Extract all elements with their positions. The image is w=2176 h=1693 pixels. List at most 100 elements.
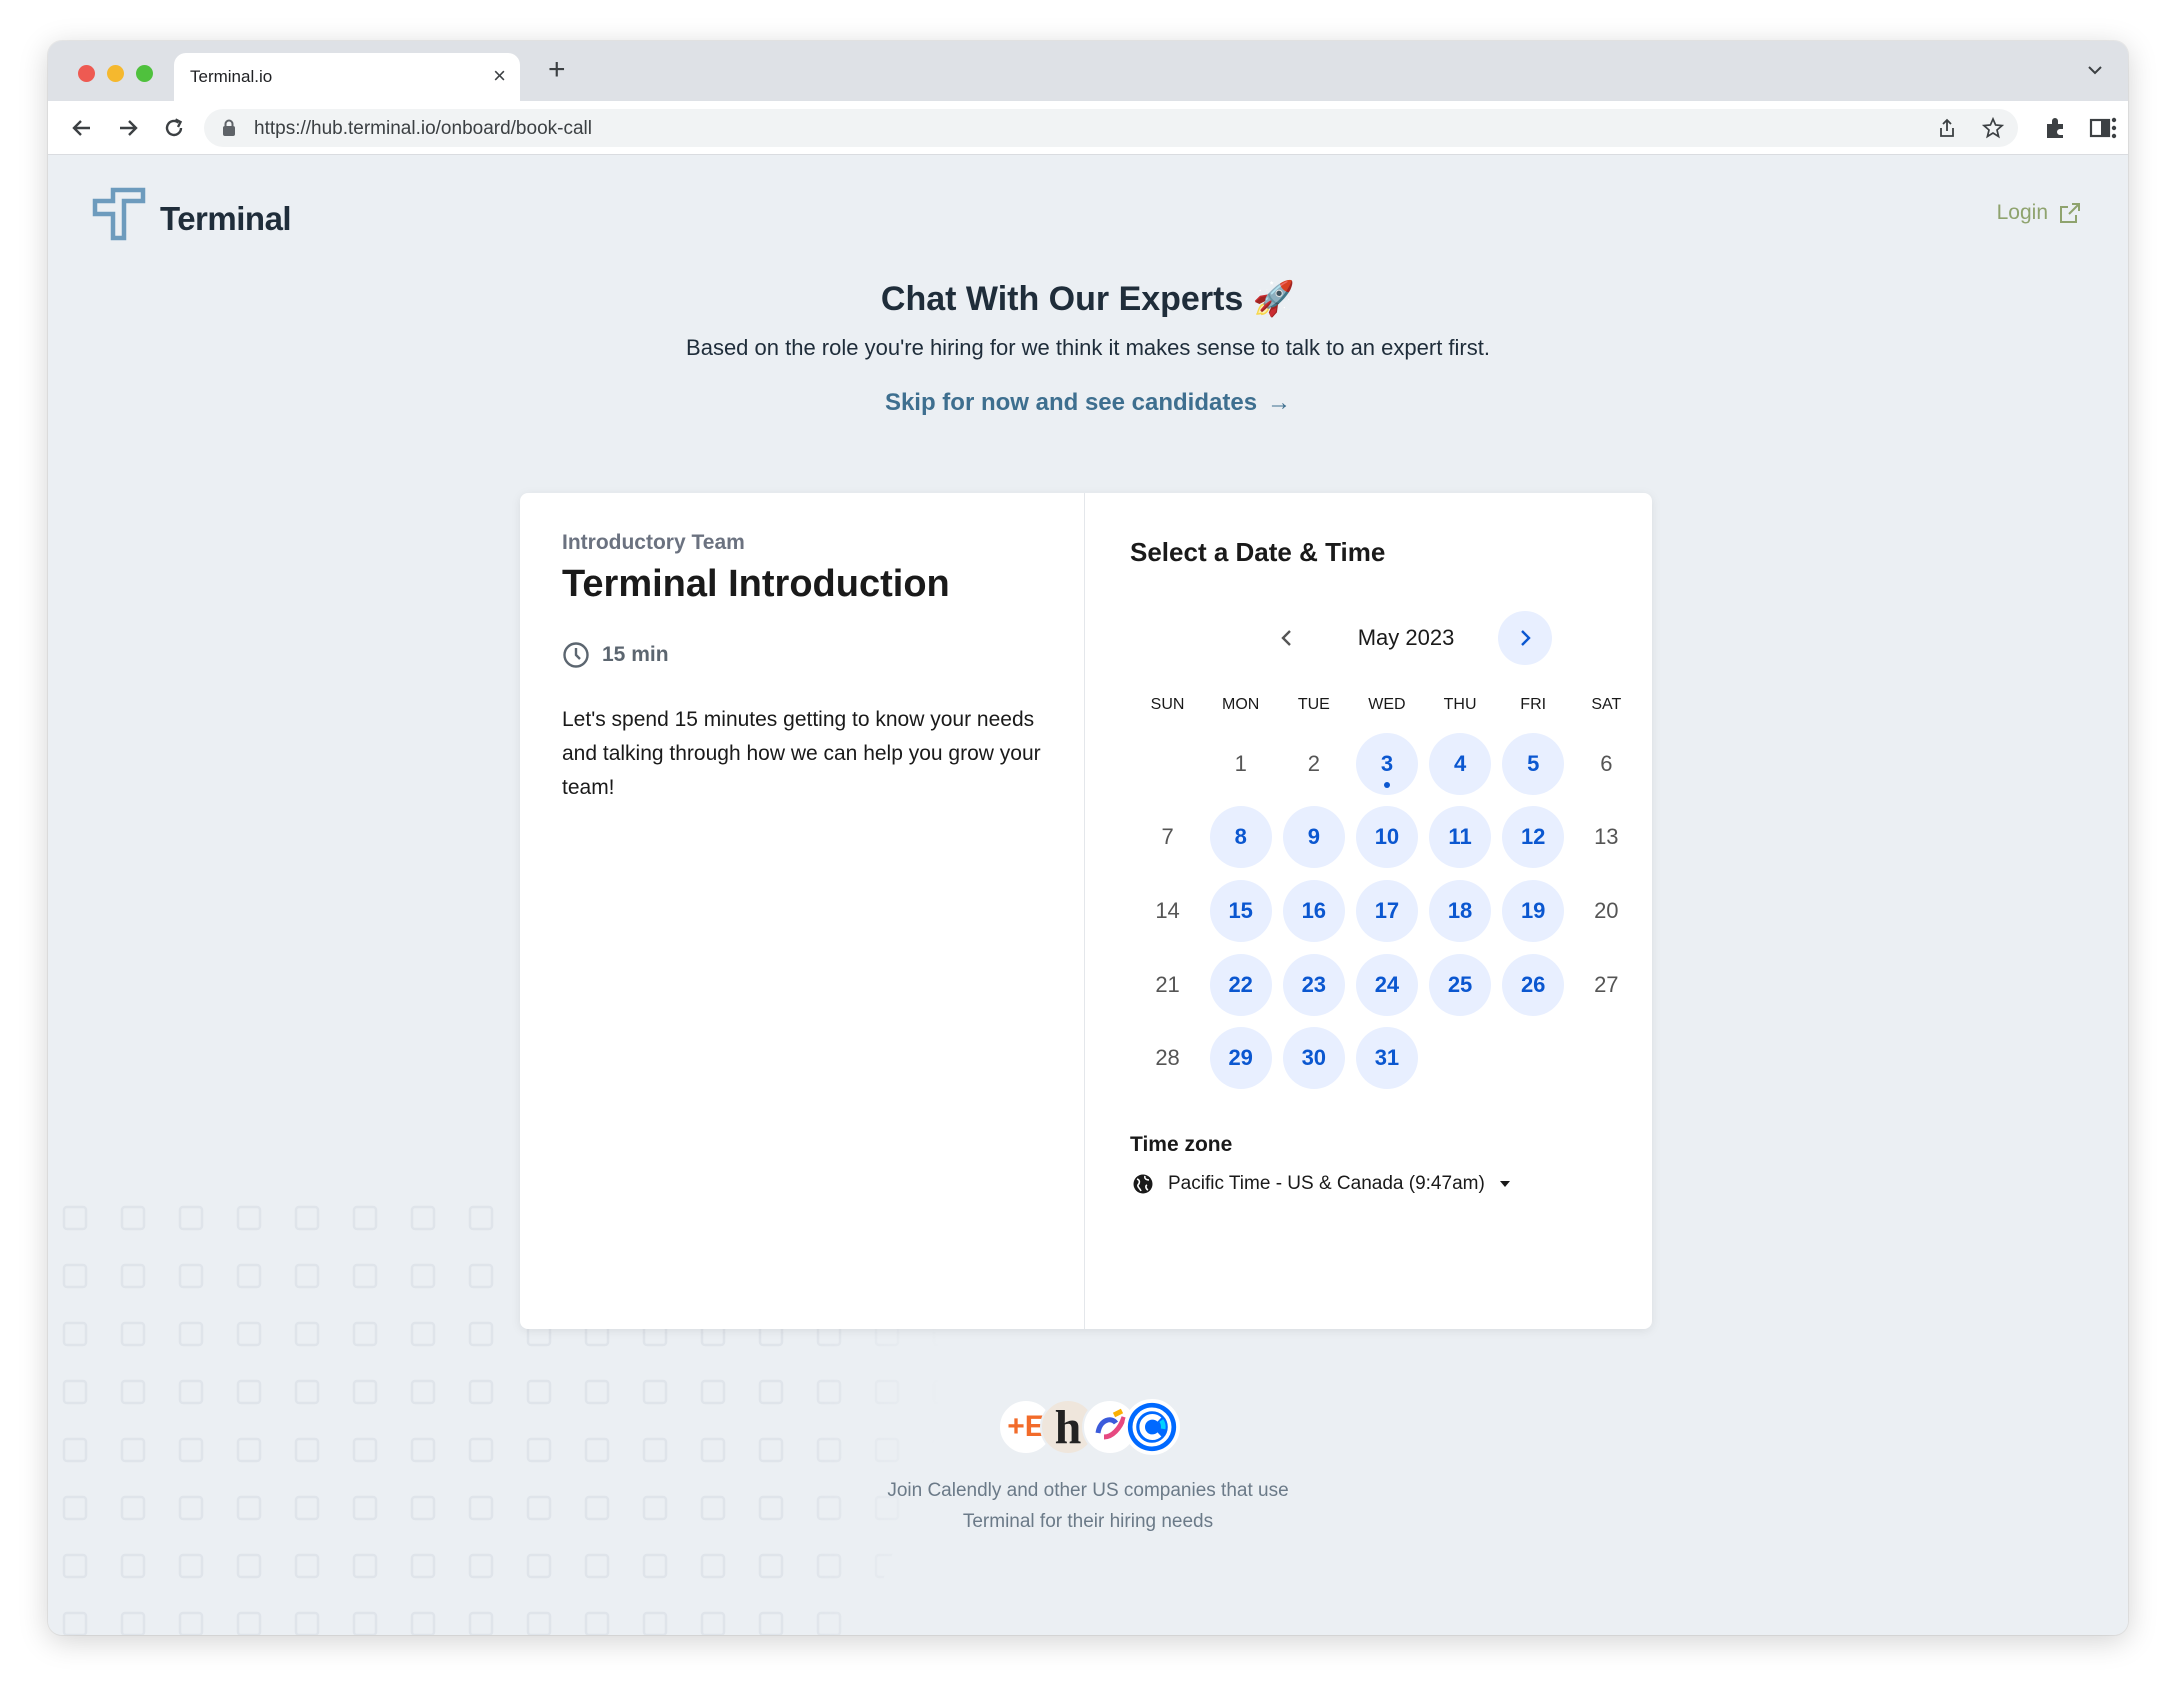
day-number: 19 [1502,879,1565,942]
day-number: 29 [1209,1027,1272,1090]
unavailable-day: 27 [1570,948,1643,1022]
arrow-right-icon: → [1267,389,1292,416]
unavailable-day: 1 [1204,727,1277,801]
empty-day-cell [1131,727,1204,801]
browser-window: Terminal.io × + https://hub.terminal.io/… [48,41,2128,1635]
unavailable-day: 20 [1570,874,1643,948]
available-day[interactable]: 5 [1497,727,1570,801]
skip-link[interactable]: Skip for now and see candidates → [48,389,2128,417]
day-number: 18 [1429,879,1492,942]
unavailable-day: 13 [1570,801,1643,875]
browser-tab[interactable]: Terminal.io × [174,53,520,101]
available-day[interactable]: 25 [1424,948,1497,1022]
day-number: 26 [1502,953,1565,1016]
extensions-icon[interactable] [2042,114,2070,142]
weekday-label: THU [1443,696,1477,713]
available-day[interactable]: 18 [1424,874,1497,948]
tab-title: Terminal.io [190,67,273,86]
new-tab-button[interactable]: + [548,55,566,85]
unavailable-day: 21 [1131,948,1204,1022]
back-icon[interactable] [68,114,96,142]
previous-month-button[interactable] [1260,611,1314,665]
day-number: 20 [1594,897,1619,923]
timezone-value: Pacific Time - US & Canada (9:47am) [1168,1173,1485,1194]
available-day[interactable]: 16 [1277,874,1350,948]
available-day[interactable]: 4 [1424,727,1497,801]
duration-label: 15 min [602,643,669,666]
day-number: 6 [1600,750,1613,776]
day-number: 4 [1429,732,1492,795]
unavailable-day: 2 [1277,727,1350,801]
available-day[interactable]: 11 [1424,801,1497,875]
share-icon[interactable] [1936,117,1958,139]
month-navigation: May 2023 [1260,611,1552,665]
clock-icon [563,642,589,668]
bookmark-star-icon[interactable] [1982,117,2004,139]
weekday-label: MON [1222,696,1260,713]
footer-line-2: Terminal for their hiring needs [962,1511,1214,1532]
chevron-down-icon[interactable] [2084,59,2106,81]
day-number: 23 [1282,953,1345,1016]
footer-text: Join Calendly and other US companies tha… [48,1475,2128,1537]
more-menu-icon[interactable] [2100,114,2128,142]
available-day[interactable]: 15 [1204,874,1277,948]
next-month-button[interactable] [1498,611,1552,665]
external-link-icon [2060,203,2080,223]
page-content: Terminal Login Chat With Our Experts 🚀 B… [48,155,2128,1635]
globe-icon [1133,1174,1153,1194]
brand-name: Terminal [160,200,292,237]
minimize-window-button[interactable] [107,65,124,82]
unavailable-day: 14 [1131,874,1204,948]
available-day[interactable]: 12 [1497,801,1570,875]
event-duration: 15 min [562,641,669,669]
reload-icon[interactable] [160,114,188,142]
day-number: 16 [1282,879,1345,942]
company-logos: +E h [998,1399,1184,1455]
day-number: 22 [1209,953,1272,1016]
unavailable-day: 6 [1570,727,1643,801]
weekday-label: SAT [1591,696,1622,713]
address-bar[interactable]: https://hub.terminal.io/onboard/book-cal… [204,109,2018,147]
available-day[interactable]: 9 [1277,801,1350,875]
day-number: 31 [1355,1027,1418,1090]
available-day[interactable]: 22 [1204,948,1277,1022]
available-day[interactable]: 3 [1350,727,1423,801]
day-number: 8 [1209,806,1272,869]
close-tab-icon[interactable]: × [493,63,506,89]
event-title: Terminal Introduction [562,563,950,605]
day-number: 27 [1594,971,1619,997]
card-divider [1084,493,1085,1329]
today-indicator [1383,781,1390,788]
browser-toolbar: https://hub.terminal.io/onboard/book-cal… [48,101,2128,155]
available-day[interactable]: 24 [1350,948,1423,1022]
available-day[interactable]: 19 [1497,874,1570,948]
month-label: May 2023 [1357,625,1455,650]
unavailable-day: 7 [1131,801,1204,875]
day-number: 28 [1155,1045,1180,1071]
available-day[interactable]: 8 [1204,801,1277,875]
available-day[interactable]: 30 [1277,1021,1350,1095]
available-day[interactable]: 10 [1350,801,1423,875]
day-number: 21 [1155,971,1180,997]
available-day[interactable]: 31 [1350,1021,1423,1095]
available-day[interactable]: 29 [1204,1021,1277,1095]
day-number: 12 [1502,806,1565,869]
maximize-window-button[interactable] [136,65,153,82]
calendar-grid: 1 2 3 4 5 6 7 8 9 10 11 12 13 14 15 16 17 18 19 20 21 22 23 24 2… [1131,727,1643,1095]
weekday-header: SUN MON TUE WED THU FRI SAT [1131,696,1643,714]
timezone-select[interactable]: Pacific Time - US & Canada (9:47am) [1132,1173,1511,1195]
lock-icon [223,119,235,136]
available-day[interactable]: 26 [1497,948,1570,1022]
day-number: 11 [1429,806,1492,869]
day-number: 1 [1234,750,1247,776]
caret-down-icon [1499,1181,1510,1187]
close-window-button[interactable] [78,65,95,82]
forward-icon[interactable] [114,114,142,142]
event-description: Let's spend 15 minutes getting to know y… [562,708,1041,799]
available-day[interactable]: 23 [1277,948,1350,1022]
login-link[interactable]: Login [1997,201,2082,225]
calendar-title: Select a Date & Time [1130,537,1386,567]
weekday-label: TUE [1297,696,1330,713]
available-day[interactable]: 17 [1350,874,1423,948]
day-number: 14 [1155,897,1180,923]
